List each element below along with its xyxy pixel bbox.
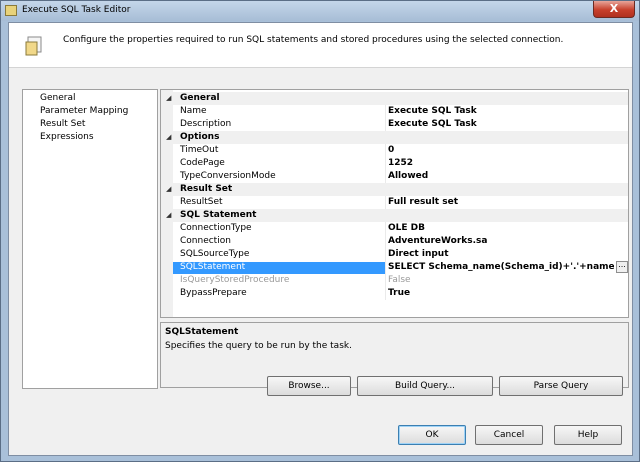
column-divider (385, 105, 386, 118)
property-value[interactable]: Execute SQL Task (388, 106, 616, 116)
parse-query-button[interactable]: Parse Query (499, 376, 623, 396)
property-label: BypassPrepare (180, 288, 247, 298)
property-row-name[interactable]: Name Execute SQL Task (161, 105, 628, 118)
column-divider (385, 144, 386, 157)
nav-item-general[interactable]: General (40, 93, 75, 103)
property-label: ConnectionType (180, 223, 252, 233)
ok-button[interactable]: OK (398, 425, 466, 445)
description-title: SQLStatement (165, 327, 239, 337)
title-bar[interactable]: Execute SQL Task Editor X (1, 1, 639, 21)
help-button[interactable]: Help (554, 425, 622, 445)
property-value[interactable]: Full result set (388, 197, 616, 207)
property-label: ResultSet (180, 197, 223, 207)
property-value[interactable]: Direct input (388, 249, 616, 259)
property-value[interactable]: 0 (388, 145, 616, 155)
property-grid: ◢ General Name Execute SQL Task Descript… (160, 89, 629, 318)
column-divider (385, 196, 386, 209)
property-label: CodePage (180, 158, 225, 168)
property-row-codepage[interactable]: CodePage 1252 (161, 157, 628, 170)
property-label-selected: SQLStatement (173, 262, 385, 274)
nav-item-result-set[interactable]: Result Set (40, 119, 85, 129)
category-general[interactable]: ◢ General (161, 92, 628, 105)
nav-item-parameter-mapping[interactable]: Parameter Mapping (40, 106, 128, 116)
column-divider (385, 157, 386, 170)
property-value[interactable]: True (388, 288, 616, 298)
close-button[interactable]: X (593, 1, 635, 18)
nav-item-expressions[interactable]: Expressions (40, 132, 94, 142)
property-label: Name (180, 106, 207, 116)
property-row-bypassprepare[interactable]: BypassPrepare True (161, 287, 628, 300)
app-icon (5, 5, 17, 16)
column-divider (385, 261, 386, 274)
collapse-triangle-icon[interactable]: ◢ (166, 94, 171, 102)
property-value[interactable]: 1252 (388, 158, 616, 168)
property-label: Connection (180, 236, 231, 246)
header-panel: Configure the properties required to run… (9, 23, 632, 68)
collapse-triangle-icon[interactable]: ◢ (166, 133, 171, 141)
column-divider (385, 235, 386, 248)
property-value[interactable]: AdventureWorks.sa (388, 236, 616, 246)
sqlstatement-value[interactable]: SELECT Schema_name(Schema_id)+'.'+name T… (388, 262, 614, 272)
build-query-button[interactable]: Build Query... (357, 376, 493, 396)
description-text: Specifies the query to be run by the tas… (165, 341, 352, 351)
column-divider (385, 118, 386, 131)
ellipsis-button[interactable]: ... (616, 261, 628, 273)
property-label: TimeOut (180, 145, 219, 155)
task-icon (25, 36, 42, 56)
property-value[interactable]: Execute SQL Task (388, 119, 616, 129)
property-value: False (388, 275, 411, 285)
property-value[interactable]: OLE DB (388, 223, 616, 233)
category-label: Options (180, 132, 220, 142)
dialog-window: Execute SQL Task Editor X Configure the … (0, 0, 640, 462)
property-value[interactable]: Allowed (388, 171, 616, 181)
window-title: Execute SQL Task Editor (22, 5, 131, 15)
property-row-typeconversionmode[interactable]: TypeConversionMode Allowed (161, 170, 628, 183)
property-row-sqlstatement[interactable]: SQLStatement SELECT Schema_name(Schema_i… (161, 261, 628, 274)
column-divider (385, 222, 386, 235)
property-label: Description (180, 119, 232, 129)
page-nav-list: General Parameter Mapping Result Set Exp… (22, 89, 158, 389)
property-row-timeout[interactable]: TimeOut 0 (161, 144, 628, 157)
property-label: IsQueryStoredProcedure (180, 275, 290, 285)
property-row-sqlsourcetype[interactable]: SQLSourceType Direct input (161, 248, 628, 261)
collapse-triangle-icon[interactable]: ◢ (166, 211, 171, 219)
column-divider (385, 170, 386, 183)
category-label: Result Set (180, 184, 233, 194)
property-label: TypeConversionMode (180, 171, 276, 181)
property-row-resultset[interactable]: ResultSet Full result set (161, 196, 628, 209)
column-divider (385, 274, 386, 287)
property-row-description[interactable]: Description Execute SQL Task (161, 118, 628, 131)
collapse-triangle-icon[interactable]: ◢ (166, 185, 171, 193)
column-divider (385, 287, 386, 300)
category-sql-statement[interactable]: ◢ SQL Statement (161, 209, 628, 222)
property-label: SQLSourceType (180, 249, 250, 259)
header-text: Configure the properties required to run… (63, 35, 564, 45)
property-row-isquerystoredprocedure[interactable]: IsQueryStoredProcedure False (161, 274, 628, 287)
column-divider (385, 248, 386, 261)
property-row-connection[interactable]: Connection AdventureWorks.sa (161, 235, 628, 248)
category-label: General (180, 93, 220, 103)
dialog-client: Configure the properties required to run… (8, 22, 633, 456)
property-row-connectiontype[interactable]: ConnectionType OLE DB (161, 222, 628, 235)
category-label: SQL Statement (180, 210, 257, 220)
browse-button[interactable]: Browse... (267, 376, 351, 396)
category-options[interactable]: ◢ Options (161, 131, 628, 144)
category-result-set[interactable]: ◢ Result Set (161, 183, 628, 196)
cancel-button[interactable]: Cancel (475, 425, 543, 445)
